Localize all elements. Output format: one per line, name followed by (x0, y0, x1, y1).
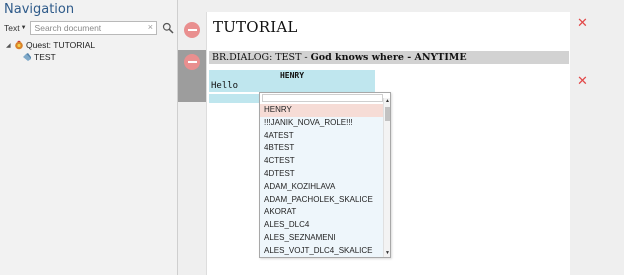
dropdown-option[interactable]: ADAM_KOZIHLAVA (260, 181, 384, 194)
dropdown-option[interactable]: ALES_VOJT_DLC4_SKALICE (260, 245, 384, 257)
quest-gutter (178, 12, 206, 50)
tree-item-label: TEST (34, 52, 56, 62)
chevron-down-icon[interactable]: ▼ (21, 25, 27, 31)
editor-area: TUTORIAL BR.DIALOG: TEST - God knows whe… (178, 0, 624, 275)
dialog-header-location: God knows where - ANYTIME (310, 52, 467, 63)
tree-expand-icon[interactable]: ◢ (6, 42, 14, 49)
dialog-gutter (178, 50, 206, 102)
dropdown-option[interactable]: 4DTEST (260, 168, 384, 181)
remove-quest-button[interactable] (184, 22, 200, 38)
dialog-header-prefix: BR.DIALOG: TEST - (212, 52, 311, 63)
dropdown-option[interactable]: !!!JANIK_NOVA_ROLE!!! (260, 117, 384, 130)
scroll-down-icon[interactable]: ▼ (384, 250, 390, 257)
remove-dialog-button[interactable] (184, 54, 200, 70)
dialog-node-icon (22, 52, 32, 62)
dropdown-option[interactable]: 4CTEST (260, 155, 384, 168)
search-mode-select[interactable]: Text (4, 23, 20, 33)
close-quest-icon[interactable]: ✕ (577, 17, 588, 30)
page-title: TUTORIAL (213, 18, 298, 36)
dropdown-option[interactable]: AKORAT (260, 206, 384, 219)
minus-icon (187, 29, 197, 31)
dropdown-filter-input[interactable] (262, 94, 383, 102)
tree-item-quest[interactable]: ◢ Quest: TUTORIAL (6, 39, 95, 51)
dropdown-option-selected[interactable]: HENRY (260, 104, 384, 117)
minus-icon (187, 61, 197, 63)
clear-search-icon[interactable]: × (148, 22, 153, 32)
tree-item-label: Quest: TUTORIAL (26, 40, 96, 50)
search-box: × (29, 20, 157, 35)
dropdown-option[interactable]: 4BTEST (260, 142, 384, 155)
dropdown-option[interactable]: ADAM_PACHOLEK_SKALICE (260, 194, 384, 207)
dropdown-option[interactable]: ALES_SEZNAMENI (260, 232, 384, 245)
quest-icon (14, 40, 24, 50)
navigation-tree: ◢ Quest: TUTORIAL TEST (6, 39, 95, 63)
close-dialog-icon[interactable]: ✕ (577, 75, 588, 88)
navigation-search-bar: Text ▼ × (4, 20, 174, 35)
dropdown-option[interactable]: 4ATEST (260, 130, 384, 143)
dialog-line[interactable]: Hello (209, 81, 375, 92)
search-icon[interactable] (162, 22, 174, 34)
dropdown-options: HENRY !!!JANIK_NOVA_ROLE!!! 4ATEST 4BTES… (260, 104, 384, 257)
speaker-name[interactable]: HENRY (209, 70, 375, 81)
dropdown-scrollbar[interactable]: ▲ ▼ (383, 98, 390, 257)
scroll-up-icon[interactable]: ▲ (384, 98, 390, 105)
speaker-dropdown[interactable]: HENRY !!!JANIK_NOVA_ROLE!!! 4ATEST 4BTES… (259, 92, 391, 258)
navigation-title: Navigation (4, 2, 75, 17)
search-input[interactable] (30, 21, 145, 34)
scrollbar-thumb[interactable] (385, 107, 390, 121)
dialog-header[interactable]: BR.DIALOG: TEST - God knows where - ANYT… (209, 51, 569, 64)
tree-item-test[interactable]: TEST (6, 51, 95, 63)
dropdown-option[interactable]: ALES_DLC4 (260, 219, 384, 232)
navigation-panel: Navigation Text ▼ × ◢ Quest: TUTORIAL TE… (0, 0, 178, 275)
